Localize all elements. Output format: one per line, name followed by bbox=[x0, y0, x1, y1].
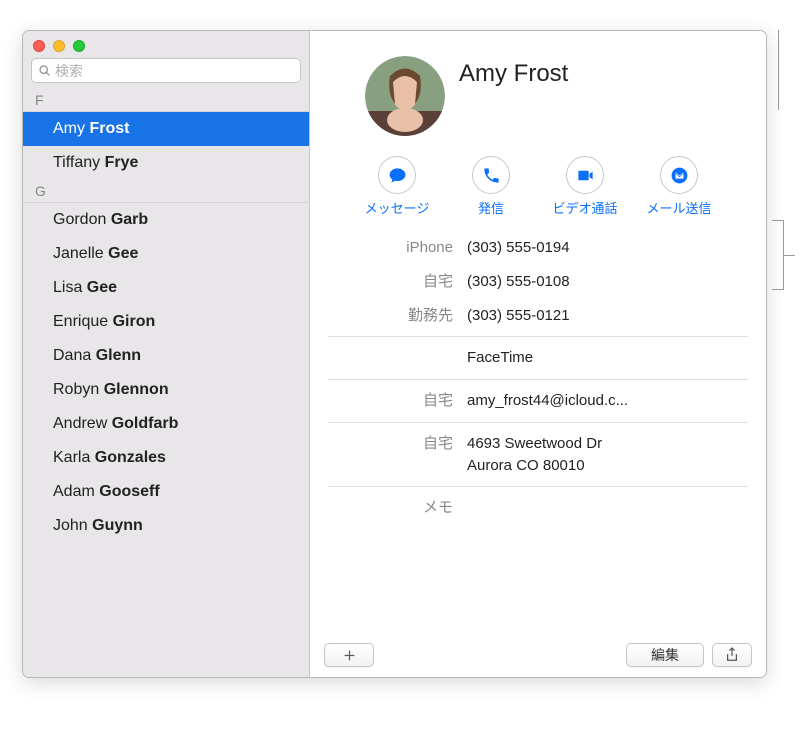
search-input[interactable] bbox=[55, 63, 294, 79]
address-value: 4693 Sweetwood Dr Aurora CO 80010 bbox=[467, 433, 746, 477]
phone-iphone-label: iPhone bbox=[330, 237, 467, 259]
contact-row[interactable]: Adam Gooseff bbox=[23, 475, 309, 509]
message-label: メッセージ bbox=[365, 198, 430, 217]
contact-detail: Amy Frost メッセージ 発信 bbox=[310, 31, 766, 677]
email-row[interactable]: 自宅 amy_frost44@icloud.c... bbox=[310, 384, 766, 418]
video-label: ビデオ通話 bbox=[552, 198, 617, 217]
phone-iphone-row[interactable]: iPhone (303) 555-0194 bbox=[310, 231, 766, 265]
contact-row[interactable]: Janelle Gee bbox=[23, 237, 309, 271]
contact-row[interactable]: Robyn Glennon bbox=[23, 373, 309, 407]
search-icon bbox=[38, 64, 51, 77]
phone-work-row[interactable]: 勤務先 (303) 555-0121 bbox=[310, 299, 766, 333]
window-controls bbox=[23, 31, 309, 58]
contacts-window: FAmy FrostTiffany FryeGGordon GarbJanell… bbox=[22, 30, 767, 678]
action-buttons-row: メッセージ 発信 ビデオ通話 bbox=[310, 156, 766, 231]
email-value: amy_frost44@icloud.c... bbox=[467, 390, 746, 412]
contact-row[interactable]: Andrew Goldfarb bbox=[23, 407, 309, 441]
divider bbox=[328, 379, 748, 380]
fields-area: iPhone (303) 555-0194 自宅 (303) 555-0108 … bbox=[310, 231, 766, 635]
phone-icon bbox=[482, 166, 501, 185]
phone-work-value: (303) 555-0121 bbox=[467, 305, 746, 327]
call-button[interactable]: 発信 bbox=[446, 156, 536, 217]
email-label: 自宅 bbox=[330, 390, 467, 412]
mail-icon bbox=[670, 166, 689, 185]
contact-name: Amy Frost bbox=[459, 56, 568, 88]
contact-row[interactable]: Enrique Giron bbox=[23, 305, 309, 339]
message-button[interactable]: メッセージ bbox=[352, 156, 442, 217]
share-button[interactable] bbox=[712, 643, 752, 667]
contact-row[interactable]: Lisa Gee bbox=[23, 271, 309, 305]
share-icon bbox=[725, 647, 739, 663]
contact-row[interactable]: Dana Glenn bbox=[23, 339, 309, 373]
facetime-value: FaceTime bbox=[467, 347, 746, 369]
mail-label: メール送信 bbox=[646, 198, 711, 217]
close-button[interactable] bbox=[33, 40, 45, 52]
contact-row[interactable]: John Guynn bbox=[23, 509, 309, 543]
search-box[interactable] bbox=[31, 58, 301, 83]
bottom-toolbar: 編集 bbox=[310, 635, 766, 677]
address-line2: Aurora CO 80010 bbox=[467, 457, 585, 474]
maximize-button[interactable] bbox=[73, 40, 85, 52]
edit-button[interactable]: 編集 bbox=[626, 643, 704, 667]
minimize-button[interactable] bbox=[53, 40, 65, 52]
contact-row[interactable]: Amy Frost bbox=[23, 112, 309, 146]
mail-button[interactable]: メール送信 bbox=[634, 156, 724, 217]
contact-row[interactable]: Tiffany Frye bbox=[23, 146, 309, 180]
sidebar: FAmy FrostTiffany FryeGGordon GarbJanell… bbox=[23, 31, 310, 677]
facetime-label bbox=[330, 347, 467, 369]
address-row[interactable]: 自宅 4693 Sweetwood Dr Aurora CO 80010 bbox=[310, 427, 766, 483]
memo-label: メモ bbox=[330, 497, 467, 519]
contact-header: Amy Frost bbox=[310, 31, 766, 156]
call-label: 発信 bbox=[478, 198, 504, 217]
address-label: 自宅 bbox=[330, 433, 467, 477]
contact-list[interactable]: FAmy FrostTiffany FryeGGordon GarbJanell… bbox=[23, 89, 309, 677]
phone-home-value: (303) 555-0108 bbox=[467, 271, 746, 293]
section-header: F bbox=[23, 89, 309, 112]
memo-value bbox=[467, 497, 746, 519]
avatar[interactable] bbox=[365, 56, 445, 136]
callout-bracket-actions bbox=[770, 220, 784, 290]
message-icon bbox=[388, 166, 407, 185]
video-button[interactable]: ビデオ通話 bbox=[540, 156, 630, 217]
plus-icon bbox=[343, 649, 356, 662]
divider bbox=[328, 422, 748, 423]
address-line1: 4693 Sweetwood Dr bbox=[467, 435, 602, 452]
callout-line-top bbox=[778, 30, 779, 110]
memo-row[interactable]: メモ bbox=[310, 491, 766, 525]
section-header: G bbox=[23, 180, 309, 203]
video-icon bbox=[576, 166, 595, 185]
phone-work-label: 勤務先 bbox=[330, 305, 467, 327]
divider bbox=[328, 486, 748, 487]
search-container bbox=[23, 58, 309, 89]
contact-row[interactable]: Karla Gonzales bbox=[23, 441, 309, 475]
facetime-row[interactable]: FaceTime bbox=[310, 341, 766, 375]
phone-home-label: 自宅 bbox=[330, 271, 467, 293]
phone-iphone-value: (303) 555-0194 bbox=[467, 237, 746, 259]
contact-row[interactable]: Gordon Garb bbox=[23, 203, 309, 237]
divider bbox=[328, 336, 748, 337]
phone-home-row[interactable]: 自宅 (303) 555-0108 bbox=[310, 265, 766, 299]
add-button[interactable] bbox=[324, 643, 374, 667]
